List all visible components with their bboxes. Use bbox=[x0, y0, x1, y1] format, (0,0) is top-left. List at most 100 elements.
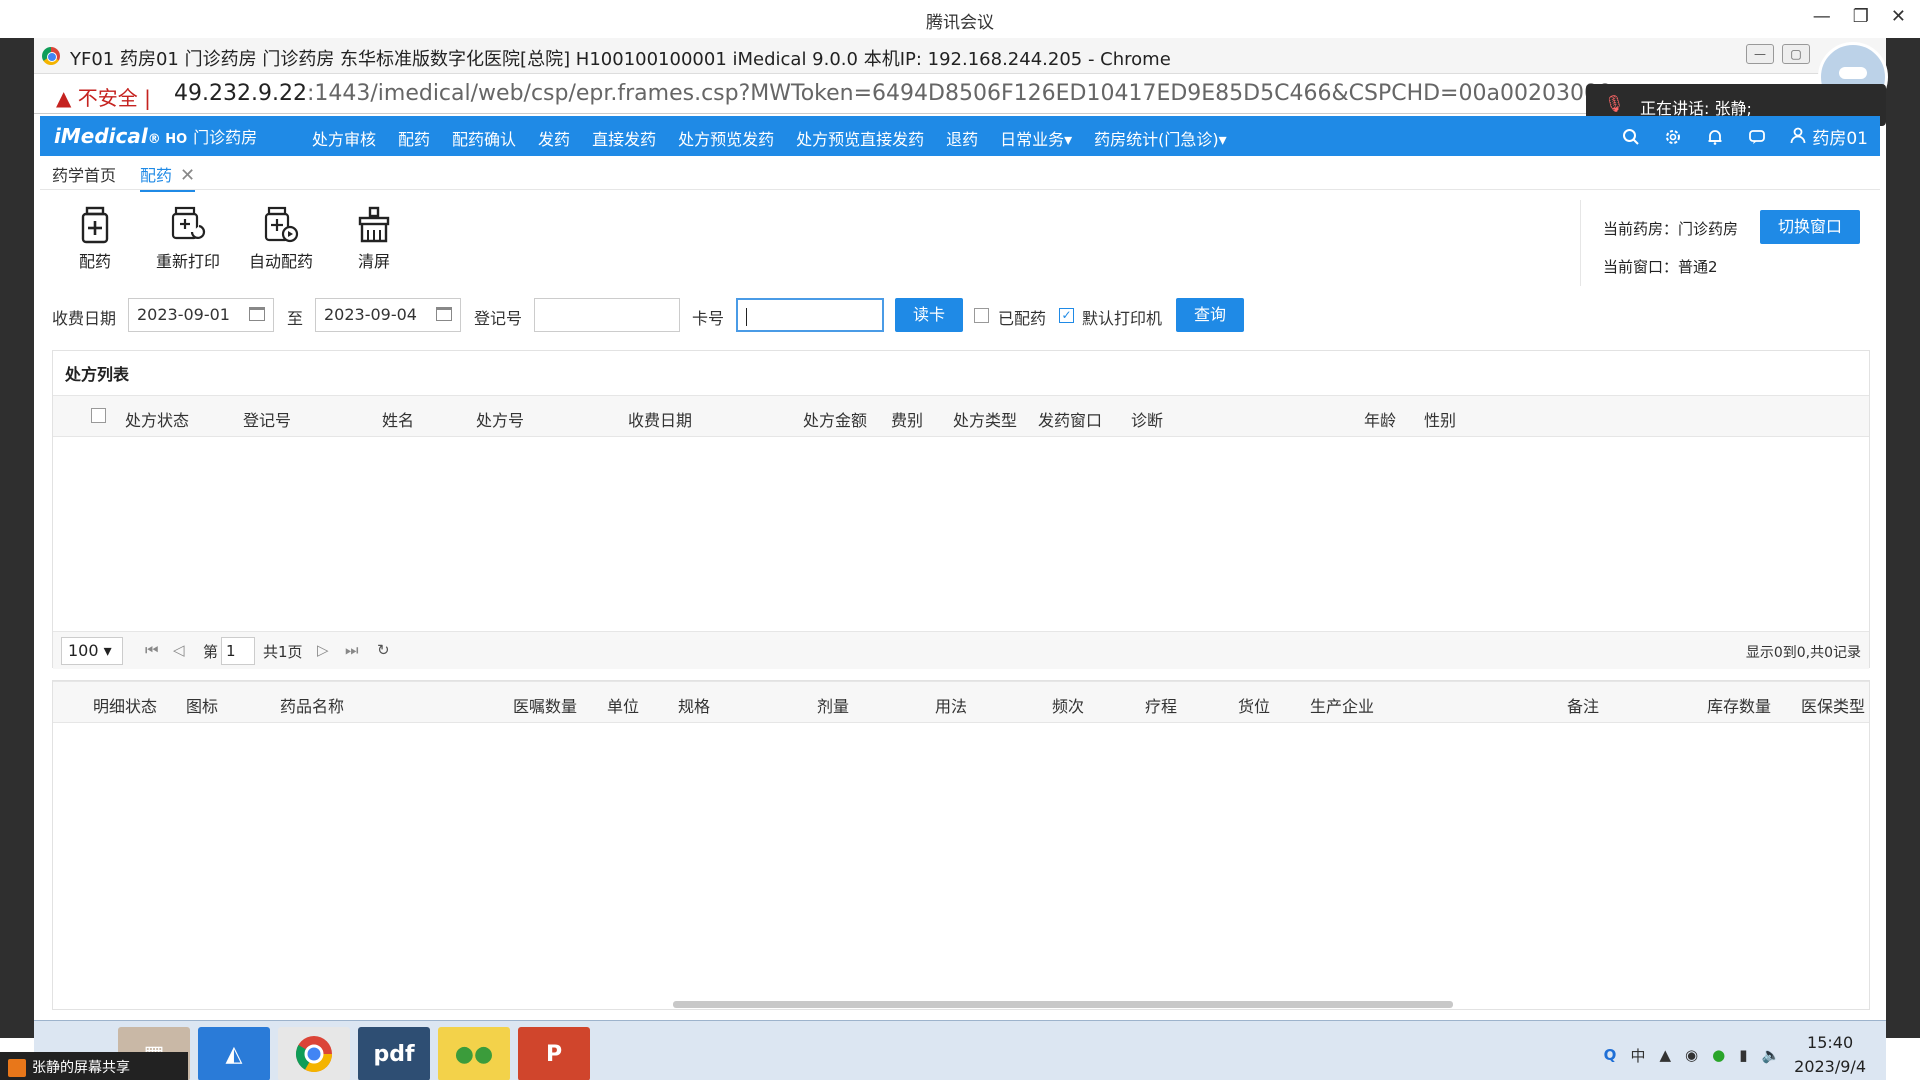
col-header[interactable]: 库存数量 bbox=[1707, 693, 1771, 717]
wechat-icon[interactable]: ●● bbox=[438, 1027, 510, 1080]
col-header[interactable]: 单位 bbox=[607, 693, 639, 717]
network-icon[interactable]: ▮ bbox=[1739, 1046, 1747, 1064]
col-header[interactable]: 用法 bbox=[935, 693, 967, 717]
date-to-field[interactable]: 2023-09-04 bbox=[315, 298, 461, 332]
calendar-icon[interactable] bbox=[249, 307, 265, 321]
col-header[interactable]: 备注 bbox=[1567, 693, 1599, 717]
col-header[interactable]: 费别 bbox=[891, 407, 923, 431]
col-header[interactable]: 生产企业 bbox=[1310, 693, 1374, 717]
nav-menu-item[interactable]: 发药 bbox=[538, 126, 570, 150]
horizontal-scrollbar[interactable] bbox=[673, 1001, 1453, 1008]
close-tab-icon[interactable]: ✕ bbox=[180, 165, 195, 186]
search-tray-icon[interactable]: Q bbox=[1604, 1046, 1617, 1064]
prescription-list-panel: 处方列表 处方状态 登记号 姓名 处方号 收费日期 处方金额 费别 处方类型 发… bbox=[52, 350, 1870, 669]
default-printer-checkbox[interactable]: ✓ bbox=[1059, 308, 1074, 323]
calendar-icon[interactable] bbox=[436, 307, 452, 321]
chrome-icon[interactable] bbox=[278, 1027, 350, 1080]
bell-icon[interactable] bbox=[1705, 127, 1725, 147]
user-icon bbox=[8, 1059, 26, 1077]
pagination-bar: 100 ▾ ⏮ ◁ 第 1 共1页 ▷ ⏭ ↻ 显示0到0,共0记录 bbox=[53, 631, 1869, 669]
nav-menu-item[interactable]: 直接发药 bbox=[592, 126, 656, 150]
clear-screen-button[interactable]: 清屏 bbox=[329, 206, 419, 272]
powerpoint-icon[interactable]: P bbox=[518, 1027, 590, 1080]
read-card-button[interactable]: 读卡 bbox=[895, 298, 963, 332]
col-header[interactable]: 处方状态 bbox=[125, 407, 189, 431]
col-header[interactable]: 处方类型 bbox=[953, 407, 1017, 431]
tab-dispense[interactable]: 配药 ✕ bbox=[140, 162, 196, 192]
restore-icon[interactable]: ❐ bbox=[1853, 6, 1869, 27]
nav-menu-item[interactable]: 处方预览发药 bbox=[678, 126, 774, 150]
page-number-input[interactable]: 1 bbox=[221, 637, 255, 665]
col-header[interactable]: 频次 bbox=[1052, 693, 1084, 717]
tray-expand-icon[interactable]: ▲ bbox=[1659, 1046, 1671, 1064]
search-icon[interactable] bbox=[1621, 127, 1641, 147]
card-no-input[interactable] bbox=[736, 298, 884, 332]
col-header[interactable]: 货位 bbox=[1238, 693, 1270, 717]
nav-menu-item[interactable]: 药房统计(门急诊)▾ bbox=[1094, 126, 1227, 150]
nav-menu-item[interactable]: 日常业务▾ bbox=[1000, 126, 1072, 150]
insecure-warning[interactable]: ▲ 不安全 | bbox=[56, 82, 151, 111]
dispensed-checkbox[interactable] bbox=[974, 308, 989, 323]
card-no-label: 卡号 bbox=[692, 309, 725, 328]
maximize-icon[interactable]: ▢ bbox=[1782, 44, 1810, 64]
ime-indicator[interactable]: 中 bbox=[1630, 1045, 1645, 1066]
col-header[interactable]: 图标 bbox=[186, 693, 218, 717]
nav-menu-item[interactable]: 处方预览直接发药 bbox=[796, 126, 924, 150]
last-page-icon[interactable]: ⏭ bbox=[345, 641, 359, 659]
col-header[interactable]: 年龄 bbox=[1364, 407, 1396, 431]
dispense-button[interactable]: 配药 bbox=[50, 206, 140, 272]
message-icon[interactable] bbox=[1747, 127, 1767, 147]
minimize-icon[interactable]: — bbox=[1813, 6, 1831, 27]
first-page-icon[interactable]: ⏮ bbox=[145, 641, 159, 659]
query-button[interactable]: 查询 bbox=[1176, 298, 1244, 332]
col-header[interactable]: 处方号 bbox=[476, 407, 524, 431]
col-header[interactable]: 药品名称 bbox=[280, 693, 344, 717]
volume-icon[interactable]: 🔈 bbox=[1761, 1046, 1780, 1064]
browser-title-bar: YF01 药房01 门诊药房 门诊药房 东华标准版数字化医院[总院] H1001… bbox=[34, 38, 1886, 74]
user-menu[interactable]: 药房01 bbox=[1789, 124, 1868, 149]
nav-menu-item[interactable]: 配药 bbox=[398, 126, 430, 150]
col-header[interactable]: 登记号 bbox=[243, 407, 291, 431]
next-page-icon[interactable]: ▷ bbox=[317, 641, 329, 659]
reprint-button[interactable]: 重新打印 bbox=[143, 206, 233, 272]
nav-menu-item[interactable]: 处方审核 bbox=[312, 126, 376, 150]
tab-bar: 药学首页 配药 ✕ bbox=[40, 156, 1880, 192]
col-header[interactable]: 诊断 bbox=[1131, 407, 1163, 431]
wechat-tray-icon[interactable]: ● bbox=[1712, 1046, 1725, 1064]
meeting-title: 腾讯会议 bbox=[926, 13, 994, 33]
pdf-app-icon[interactable]: pdf bbox=[358, 1027, 430, 1080]
refresh-icon[interactable]: ↻ bbox=[377, 641, 390, 659]
col-header[interactable]: 明细状态 bbox=[93, 693, 157, 717]
nav-menu-item[interactable]: 退药 bbox=[946, 126, 978, 150]
col-header[interactable]: 姓名 bbox=[382, 407, 414, 431]
lark-icon[interactable]: ◭ bbox=[198, 1027, 270, 1080]
right-border bbox=[1886, 38, 1920, 1038]
url-text[interactable]: 49.232.9.22:1443/imedical/web/csp/epr.fr… bbox=[174, 81, 1614, 106]
tray-app-icon[interactable]: ◉ bbox=[1685, 1046, 1698, 1064]
tab-home[interactable]: 药学首页 bbox=[52, 162, 116, 186]
reg-no-input[interactable] bbox=[534, 298, 680, 332]
close-icon[interactable]: ✕ bbox=[1891, 6, 1906, 27]
switch-window-button[interactable]: 切换窗口 bbox=[1760, 210, 1860, 244]
gear-icon[interactable] bbox=[1663, 127, 1683, 147]
col-header[interactable]: 规格 bbox=[678, 693, 710, 717]
auto-dispense-button[interactable]: 自动配药 bbox=[236, 206, 326, 272]
col-header[interactable]: 剂量 bbox=[817, 693, 849, 717]
total-pages: 共1页 bbox=[263, 643, 303, 661]
mic-off-icon: 🎙 bbox=[1604, 94, 1625, 113]
col-header[interactable]: 疗程 bbox=[1145, 693, 1177, 717]
col-header[interactable]: 医保类型 bbox=[1801, 693, 1865, 717]
col-header[interactable]: 处方金额 bbox=[803, 407, 867, 431]
medicine-bottle-icon bbox=[81, 206, 109, 244]
select-all-checkbox[interactable] bbox=[91, 408, 106, 423]
col-header[interactable]: 医嘱数量 bbox=[513, 693, 577, 717]
page-size-select[interactable]: 100 ▾ bbox=[61, 637, 123, 665]
col-header[interactable]: 发药窗口 bbox=[1038, 407, 1102, 431]
nav-menu-item[interactable]: 配药确认 bbox=[452, 126, 516, 150]
minimize-icon[interactable]: — bbox=[1746, 44, 1774, 64]
col-header[interactable]: 性别 bbox=[1424, 407, 1456, 431]
col-header[interactable]: 收费日期 bbox=[628, 407, 692, 431]
prev-page-icon[interactable]: ◁ bbox=[173, 641, 185, 659]
clock[interactable]: 15:40 2023/9/4 bbox=[1794, 1031, 1866, 1079]
date-from-field[interactable]: 2023-09-01 bbox=[128, 298, 274, 332]
